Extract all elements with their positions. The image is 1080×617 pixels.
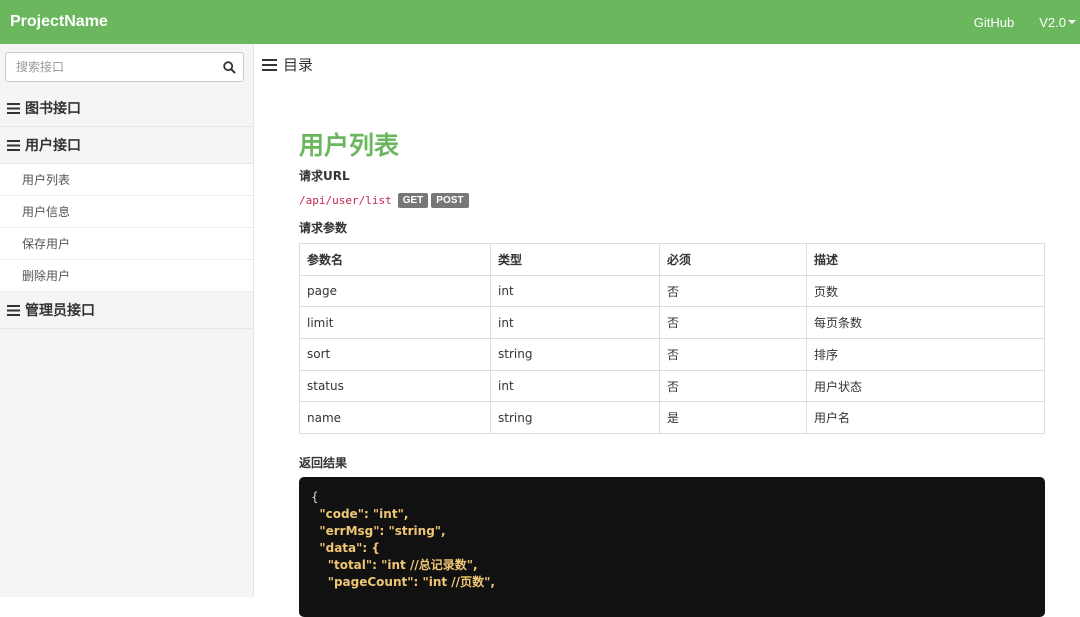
menu-group-label: 用户接口 bbox=[25, 138, 81, 154]
top-navbar: ProjectName GitHub V2.0 bbox=[0, 0, 1080, 44]
column-header: 描述 bbox=[806, 243, 1045, 276]
list-icon bbox=[7, 304, 20, 316]
caret-down-icon bbox=[1068, 20, 1076, 24]
table-header-row: 参数名 类型 必须 描述 bbox=[299, 243, 1045, 276]
params-table: 参数名 类型 必须 描述 page int 否 页数 limit int 否 每… bbox=[299, 243, 1045, 435]
request-params-heading: 请求参数 bbox=[299, 221, 348, 235]
table-cell: 用户名 bbox=[806, 401, 1045, 435]
toc-label: 目录 bbox=[283, 56, 314, 74]
table-cell: 用户状态 bbox=[806, 369, 1045, 403]
list-icon bbox=[7, 139, 20, 151]
url-row: /api/user/list GET POST bbox=[299, 193, 472, 208]
menu-item-user-info[interactable]: 用户信息 bbox=[0, 196, 253, 228]
table-cell: limit bbox=[299, 306, 491, 340]
github-link[interactable]: GitHub bbox=[974, 15, 1014, 30]
menu-group-users[interactable]: 用户接口 bbox=[0, 127, 253, 164]
table-cell: string bbox=[490, 401, 660, 435]
table-cell: 否 bbox=[659, 306, 807, 340]
code-line: "total": "int //总记录数", bbox=[311, 558, 478, 572]
table-cell: 排序 bbox=[806, 338, 1045, 371]
table-cell: int bbox=[490, 369, 660, 403]
method-badge-get: GET bbox=[397, 193, 429, 208]
table-cell: 每页条数 bbox=[806, 306, 1045, 340]
table-cell: 否 bbox=[659, 274, 807, 308]
code-line: { bbox=[311, 490, 319, 504]
menu-group-label: 管理员接口 bbox=[25, 303, 95, 319]
search-icon[interactable] bbox=[215, 53, 243, 81]
table-row: sort string 否 排序 bbox=[299, 338, 1045, 371]
code-line: "pageCount": "int //页数", bbox=[311, 575, 495, 589]
table-cell: int bbox=[490, 274, 660, 308]
table-cell: page bbox=[299, 274, 491, 308]
table-row: page int 否 页数 bbox=[299, 274, 1045, 308]
page-title: 用户列表 bbox=[299, 131, 400, 160]
table-cell: 否 bbox=[659, 369, 807, 403]
toc-toggle[interactable]: 目录 bbox=[262, 54, 313, 75]
main-content: 目录 用户列表 请求URL /api/user/list GET POST 请求… bbox=[254, 44, 1080, 617]
api-menu: 图书接口 用户接口 用户列表 用户信息 保存用户 删除用户 管理员接口 bbox=[0, 90, 253, 329]
search-input[interactable] bbox=[6, 53, 215, 81]
code-line: "errMsg": "string", bbox=[311, 524, 446, 538]
table-cell: sort bbox=[299, 338, 491, 371]
table-row: status int 否 用户状态 bbox=[299, 369, 1045, 403]
method-badge-post: POST bbox=[431, 193, 469, 208]
menu-item-user-list[interactable]: 用户列表 bbox=[0, 164, 253, 196]
version-label: V2.0 bbox=[1039, 14, 1066, 30]
response-heading: 返回结果 bbox=[299, 456, 348, 470]
search-box bbox=[5, 52, 244, 82]
table-row: limit int 否 每页条数 bbox=[299, 306, 1045, 340]
code-line: "code": "int", bbox=[311, 507, 409, 521]
endpoint-url: /api/user/list bbox=[299, 194, 392, 207]
table-cell: string bbox=[490, 338, 660, 371]
menu-group-label: 图书接口 bbox=[25, 101, 81, 117]
request-url-heading: 请求URL bbox=[299, 169, 350, 183]
menu-group-books[interactable]: 图书接口 bbox=[0, 90, 253, 127]
table-cell: 否 bbox=[659, 338, 807, 371]
column-header: 必须 bbox=[659, 243, 807, 276]
list-icon bbox=[262, 58, 277, 71]
brand-logo[interactable]: ProjectName bbox=[10, 13, 108, 31]
column-header: 类型 bbox=[490, 243, 660, 276]
sidebar: 图书接口 用户接口 用户列表 用户信息 保存用户 删除用户 管理员接口 bbox=[0, 44, 254, 597]
navbar-right: GitHub V2.0 bbox=[974, 0, 1080, 44]
table-cell: int bbox=[490, 306, 660, 340]
code-line: "data": { bbox=[311, 541, 380, 555]
menu-item-delete-user[interactable]: 删除用户 bbox=[0, 260, 253, 292]
table-cell: 页数 bbox=[806, 274, 1045, 308]
column-header: 参数名 bbox=[299, 243, 491, 276]
table-cell: name bbox=[299, 401, 491, 435]
menu-item-save-user[interactable]: 保存用户 bbox=[0, 228, 253, 260]
version-dropdown[interactable]: V2.0 bbox=[1039, 15, 1076, 30]
response-code-block: { "code": "int", "errMsg": "string", "da… bbox=[299, 477, 1045, 617]
menu-group-admins[interactable]: 管理员接口 bbox=[0, 292, 253, 329]
table-row: name string 是 用户名 bbox=[299, 401, 1045, 435]
table-cell: status bbox=[299, 369, 491, 403]
menu-sub-users: 用户列表 用户信息 保存用户 删除用户 bbox=[0, 164, 253, 292]
table-cell: 是 bbox=[659, 401, 807, 435]
list-icon bbox=[7, 102, 20, 114]
